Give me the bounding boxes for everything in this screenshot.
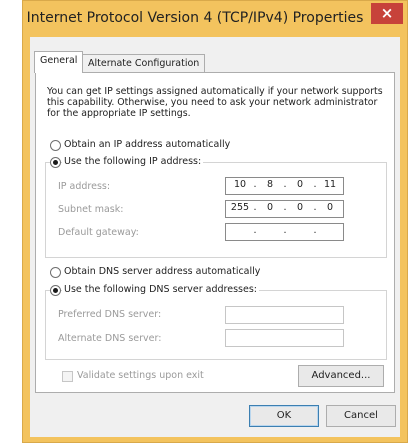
use-following-ip-radio[interactable] (50, 157, 61, 168)
default-gateway-label: Default gateway: (58, 227, 139, 238)
ip-dot: . (283, 225, 287, 236)
ip-dot: . (253, 225, 257, 236)
ip-address-label: IP address: (58, 181, 111, 192)
validate-settings-label[interactable]: Validate settings upon exit (77, 370, 204, 381)
preferred-dns-label: Preferred DNS server: (58, 309, 162, 320)
tab-alternate-configuration[interactable]: Alternate Configuration (82, 54, 206, 72)
ip-octet-1: 10 (233, 179, 247, 190)
validate-settings-checkbox[interactable] (62, 371, 73, 382)
default-gateway-field[interactable]: . . . (225, 223, 344, 241)
subnet-mask-field[interactable]: 255 . 0 . 0 . 0 (225, 200, 344, 218)
close-button[interactable]: × (371, 3, 403, 24)
ip-dot: . (313, 225, 317, 236)
obtain-ip-automatically-label[interactable]: Obtain an IP address automatically (64, 139, 230, 150)
obtain-ip-automatically-radio[interactable] (50, 140, 61, 151)
tab-general[interactable]: General (34, 51, 84, 73)
ip-address-field[interactable]: 10 . 8 . 0 . 11 (225, 177, 344, 195)
general-tab-panel: You can get IP settings assigned automat… (35, 72, 395, 393)
dialog-client-area: General Alternate Configuration You can … (30, 37, 400, 437)
advanced-button[interactable]: Advanced... (298, 365, 384, 387)
alternate-dns-label: Alternate DNS server: (58, 333, 162, 344)
dialog-window: Internet Protocol Version 4 (TCP/IPv4) P… (22, 0, 408, 443)
ip-octet-4: 11 (323, 179, 337, 190)
obtain-dns-automatically-radio[interactable] (50, 267, 61, 278)
subnet-octet-2: 0 (266, 202, 274, 213)
subnet-octet-3: 0 (296, 202, 304, 213)
subnet-octet-1: 255 (230, 202, 250, 213)
preferred-dns-field[interactable] (225, 306, 344, 324)
subnet-octet-4: 0 (326, 202, 334, 213)
ip-octet-3: 0 (296, 179, 304, 190)
use-following-ip-label[interactable]: Use the following IP address: (62, 156, 204, 167)
obtain-dns-automatically-label[interactable]: Obtain DNS server address automatically (64, 266, 260, 277)
cancel-button[interactable]: Cancel (326, 405, 396, 427)
description-text: You can get IP settings assigned automat… (47, 86, 383, 119)
title-bar[interactable]: Internet Protocol Version 4 (TCP/IPv4) P… (23, 1, 407, 37)
window-title: Internet Protocol Version 4 (TCP/IPv4) P… (26, 10, 364, 26)
dns-server-group (45, 290, 387, 360)
subnet-mask-label: Subnet mask: (58, 204, 124, 215)
ip-octet-2: 8 (266, 179, 274, 190)
ok-button[interactable]: OK (249, 405, 319, 427)
use-following-dns-label[interactable]: Use the following DNS server addresses: (62, 284, 259, 295)
use-following-dns-radio[interactable] (50, 285, 61, 296)
alternate-dns-field[interactable] (225, 329, 344, 347)
